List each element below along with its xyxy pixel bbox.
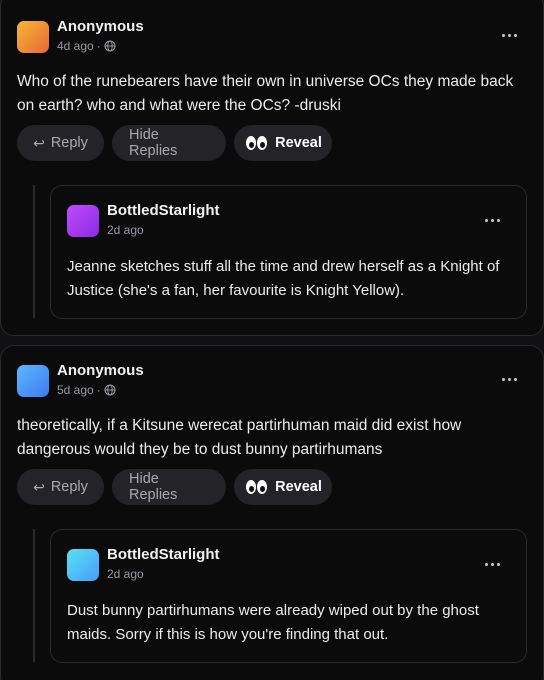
hide-replies-button[interactable]: Hide Replies [112,125,226,161]
author-name[interactable]: Anonymous [57,362,144,380]
globe-icon [104,384,116,396]
reveal-label: Reveal [275,135,322,151]
eyes-icon [246,480,268,494]
avatar[interactable] [17,21,49,53]
meta-separator: · [96,383,101,397]
reply-text: Jeanne sketches stuff all the time and d… [67,258,500,299]
post-header: Anonymous 4d ago · [17,18,144,54]
author-name[interactable]: BottledStarlight [107,546,220,564]
reply-card: BottledStarlight 2d ago Jeanne sketches … [50,185,527,319]
more-options-icon[interactable] [499,374,519,384]
more-options-icon[interactable] [499,30,519,40]
post-time: 5d ago [57,383,94,397]
post-time: 4d ago [57,39,94,53]
avatar[interactable] [17,365,49,397]
reply-label: Reply [50,135,88,151]
reply-label: Reply [50,479,88,495]
more-options-icon[interactable] [482,559,502,569]
more-options-icon[interactable] [482,215,502,225]
avatar[interactable] [67,205,99,237]
eyes-icon [246,136,268,150]
reveal-button[interactable]: Reveal [234,469,332,505]
author-name[interactable]: BottledStarlight [107,202,220,220]
post-text: theoretically, if a Kitsune werecat part… [17,417,462,458]
reply-text: Dust bunny partirhumans were already wip… [67,602,479,643]
avatar[interactable] [67,549,99,581]
reply-arrow-icon: ↩ [33,134,45,151]
reply-button[interactable]: ↩ Reply [17,469,104,505]
post-actions: ↩ Reply Hide Replies Reveal [17,125,332,161]
reply-time: 2d ago [107,567,144,581]
reply-header: BottledStarlight 2d ago [67,202,220,238]
thread-line [33,529,35,662]
post-header: Anonymous 5d ago · [17,362,144,398]
reply-arrow-icon: ↩ [33,478,45,495]
reveal-label: Reveal [275,479,322,495]
thread-line [33,185,35,318]
globe-icon [104,40,116,52]
reply-header: BottledStarlight 2d ago [67,546,220,582]
hide-replies-button[interactable]: Hide Replies [112,469,226,505]
reply-button[interactable]: ↩ Reply [17,125,104,161]
author-name[interactable]: Anonymous [57,18,144,36]
reply-card: BottledStarlight 2d ago Dust bunny parti… [50,529,527,663]
post-actions: ↩ Reply Hide Replies Reveal [17,469,332,505]
hide-replies-label: Hide Replies [129,127,178,159]
post-text: Who of the runebearers have their own in… [17,73,514,114]
reply-time: 2d ago [107,223,144,237]
reveal-button[interactable]: Reveal [234,125,332,161]
meta-separator: · [96,39,101,53]
hide-replies-label: Hide Replies [129,471,178,503]
